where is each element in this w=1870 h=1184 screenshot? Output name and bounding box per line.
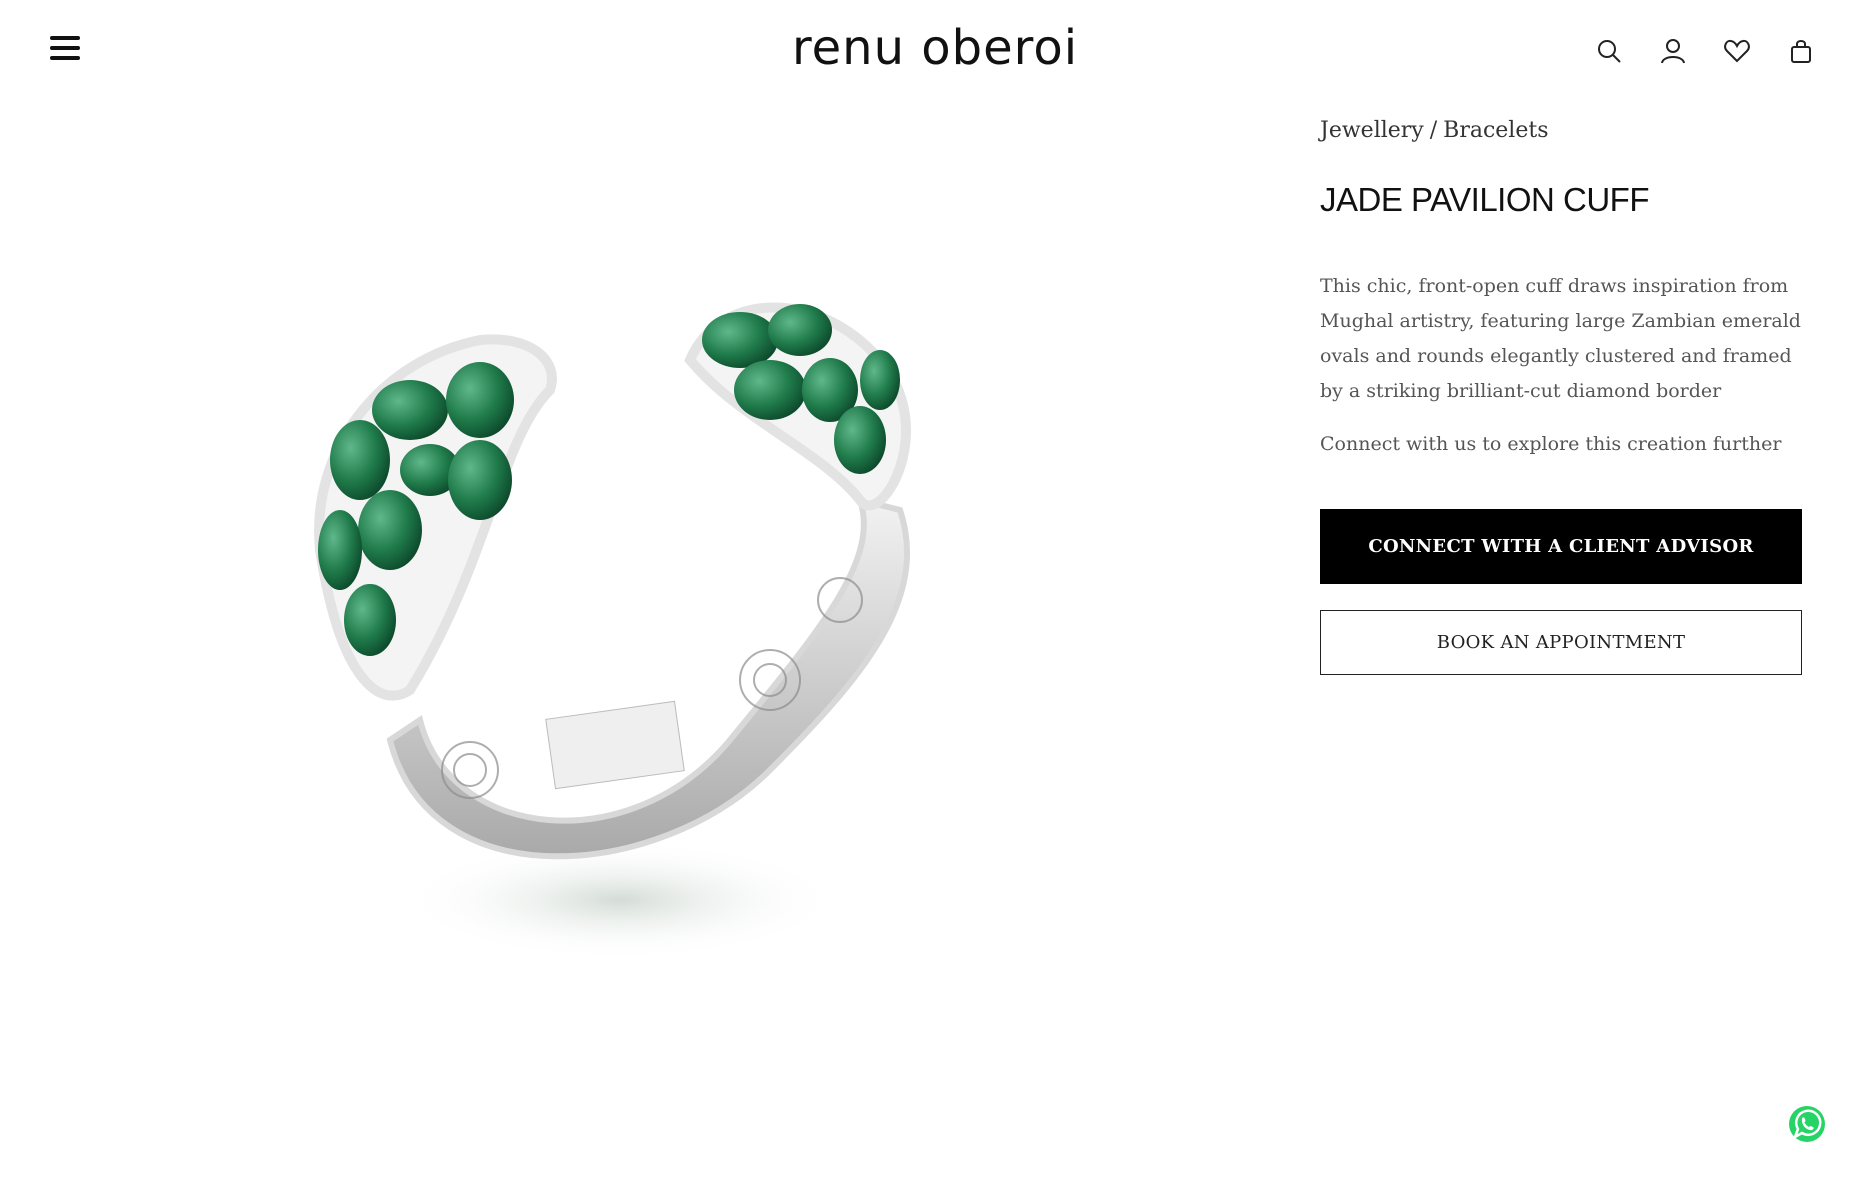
book-appointment-button[interactable]: BOOK AN APPOINTMENT (1320, 610, 1802, 675)
product-description: This chic, front-open cuff draws inspira… (1320, 275, 1801, 402)
header-actions (1594, 36, 1816, 66)
search-icon[interactable] (1594, 36, 1624, 66)
whatsapp-icon[interactable] (1787, 1104, 1827, 1144)
breadcrumb: Jewellery / Bracelets (1320, 118, 1802, 143)
connect-client-advisor-button[interactable]: CONNECT WITH A CLIENT ADVISOR (1320, 509, 1802, 584)
connect-text: Connect with us to explore this creation… (1320, 433, 1782, 455)
shopping-bag-icon[interactable] (1786, 36, 1816, 66)
product-info-panel: Jewellery / Bracelets JADE PAVILION CUFF… (1320, 118, 1802, 675)
breadcrumb-jewellery[interactable]: Jewellery (1320, 118, 1424, 143)
breadcrumb-separator: / (1429, 118, 1438, 143)
breadcrumb-bracelets[interactable]: Bracelets (1443, 118, 1548, 143)
account-icon[interactable] (1658, 36, 1688, 66)
product-title: JADE PAVILION CUFF (1320, 181, 1650, 218)
site-header: renu oberoi (0, 0, 1870, 104)
brand-logo[interactable]: renu oberoi (0, 20, 1870, 76)
wishlist-heart-icon[interactable] (1722, 36, 1752, 66)
product-image[interactable] (300, 300, 1060, 1020)
